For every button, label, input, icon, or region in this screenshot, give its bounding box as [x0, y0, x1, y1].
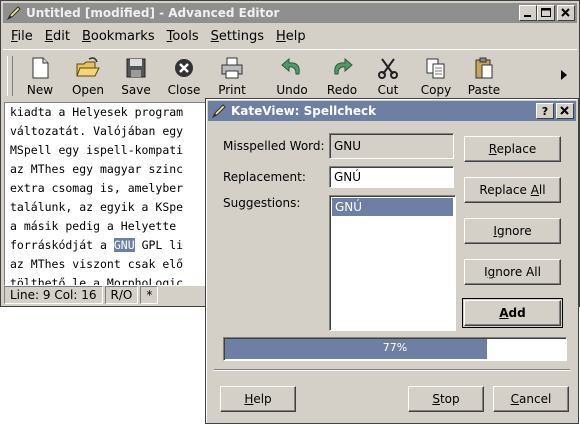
save-disk-icon — [126, 58, 146, 78]
cut-label: Cut — [377, 83, 399, 97]
paste-icon — [475, 57, 493, 79]
help-context-button[interactable]: ? — [536, 103, 554, 119]
chevron-right-icon — [561, 70, 567, 80]
close-icon — [560, 106, 569, 115]
app-pen-icon — [211, 104, 226, 119]
menu-settings[interactable]: Settings — [205, 29, 270, 44]
printer-icon — [221, 57, 243, 79]
close-circle-icon — [175, 59, 193, 77]
undo-button[interactable]: Undo — [269, 54, 315, 100]
dialog-titlebar[interactable]: KateView: Spellcheck — [208, 101, 576, 121]
replacement-label: Replacement: — [223, 170, 306, 184]
toolbar-overflow-arrow[interactable] — [561, 70, 567, 83]
print-button[interactable]: Print — [209, 54, 255, 100]
progress-text: 77% — [382, 341, 408, 354]
paste-label: Paste — [467, 83, 501, 97]
menu-file[interactable]: File — [3, 29, 39, 44]
toolbar-handle[interactable] — [7, 56, 13, 96]
new-label: New — [26, 83, 54, 97]
status-modified: * — [140, 286, 159, 304]
print-label: Print — [218, 83, 246, 97]
maximize-icon — [541, 8, 551, 17]
add-button[interactable]: Add — [462, 298, 563, 328]
list-item[interactable]: GNÚ — [332, 198, 453, 216]
app-pen-icon — [6, 6, 21, 21]
redo-button[interactable]: Redo — [319, 54, 365, 100]
replace-button[interactable]: Replace — [464, 136, 561, 162]
statusbar: Line: 9 Col: 16 R/O * — [4, 286, 160, 304]
status-readonly: R/O — [104, 286, 139, 304]
undo-label: Undo — [276, 83, 308, 97]
ignore-all-button[interactable]: Ignore All — [464, 259, 561, 285]
close-window-button[interactable] — [557, 5, 575, 21]
svg-text:?: ? — [542, 105, 548, 118]
ignore-button[interactable]: Ignore — [464, 218, 561, 244]
cancel-button[interactable]: Cancel — [493, 386, 569, 412]
replace-all-button[interactable]: Replace All — [464, 177, 561, 203]
help-button[interactable]: Help — [220, 386, 296, 412]
misspelled-word-field: GNU — [329, 133, 454, 159]
toolbar: New Open Save Close Print Undo Redo Cut … — [3, 49, 577, 102]
main-title: Untitled [modified] - Advanced Editor — [26, 6, 280, 20]
menu-edit[interactable]: Edit — [39, 29, 76, 44]
redo-label: Redo — [326, 83, 358, 97]
minimize-icon — [524, 15, 531, 17]
save-label: Save — [121, 83, 151, 97]
replacement-input[interactable]: GNÚ — [329, 166, 454, 188]
progress-bar: 77% — [223, 337, 567, 361]
editor-text: forráskódját a — [10, 238, 114, 252]
divider — [214, 369, 570, 371]
question-icon: ? — [542, 105, 548, 118]
highlighted-word: GNU — [113, 238, 135, 252]
suggestions-list[interactable]: GNÚ — [329, 195, 456, 331]
stop-button[interactable]: Stop — [408, 386, 484, 412]
menubar: File Edit Bookmarks Tools Settings Help — [3, 25, 577, 47]
dialog-close-button[interactable] — [556, 103, 574, 119]
redo-icon — [334, 57, 353, 75]
close-label: Close — [167, 83, 201, 97]
spellcheck-dialog: KateView: Spellcheck ? Misspelled Word: … — [205, 98, 579, 424]
paste-button[interactable]: Paste — [461, 54, 507, 100]
new-file-icon — [32, 57, 49, 79]
minimize-button[interactable] — [519, 5, 537, 21]
editor-text: GPL li — [134, 238, 184, 252]
misspelled-label: Misspelled Word: — [223, 139, 325, 153]
open-label: Open — [71, 83, 105, 97]
save-button[interactable]: Save — [113, 54, 159, 100]
scissors-icon — [378, 58, 398, 79]
open-folder-icon — [76, 57, 100, 77]
open-button[interactable]: Open — [65, 54, 111, 100]
copy-icon — [426, 58, 445, 79]
copy-label: Copy — [420, 83, 452, 97]
close-doc-button[interactable]: Close — [161, 54, 207, 100]
undo-icon — [281, 57, 300, 75]
dialog-title: KateView: Spellcheck — [231, 104, 377, 118]
status-cursor-position: Line: 9 Col: 16 — [4, 286, 103, 304]
copy-button[interactable]: Copy — [413, 54, 459, 100]
menu-help[interactable]: Help — [270, 29, 312, 44]
new-button[interactable]: New — [17, 54, 63, 100]
suggestions-label: Suggestions: — [223, 196, 301, 210]
cut-button[interactable]: Cut — [365, 54, 411, 100]
menu-tools[interactable]: Tools — [161, 29, 205, 44]
main-titlebar[interactable]: Untitled [modified] - Advanced Editor — [3, 3, 577, 23]
close-icon — [561, 8, 570, 17]
menu-bookmarks[interactable]: Bookmarks — [76, 29, 161, 44]
maximize-button[interactable] — [537, 5, 555, 21]
